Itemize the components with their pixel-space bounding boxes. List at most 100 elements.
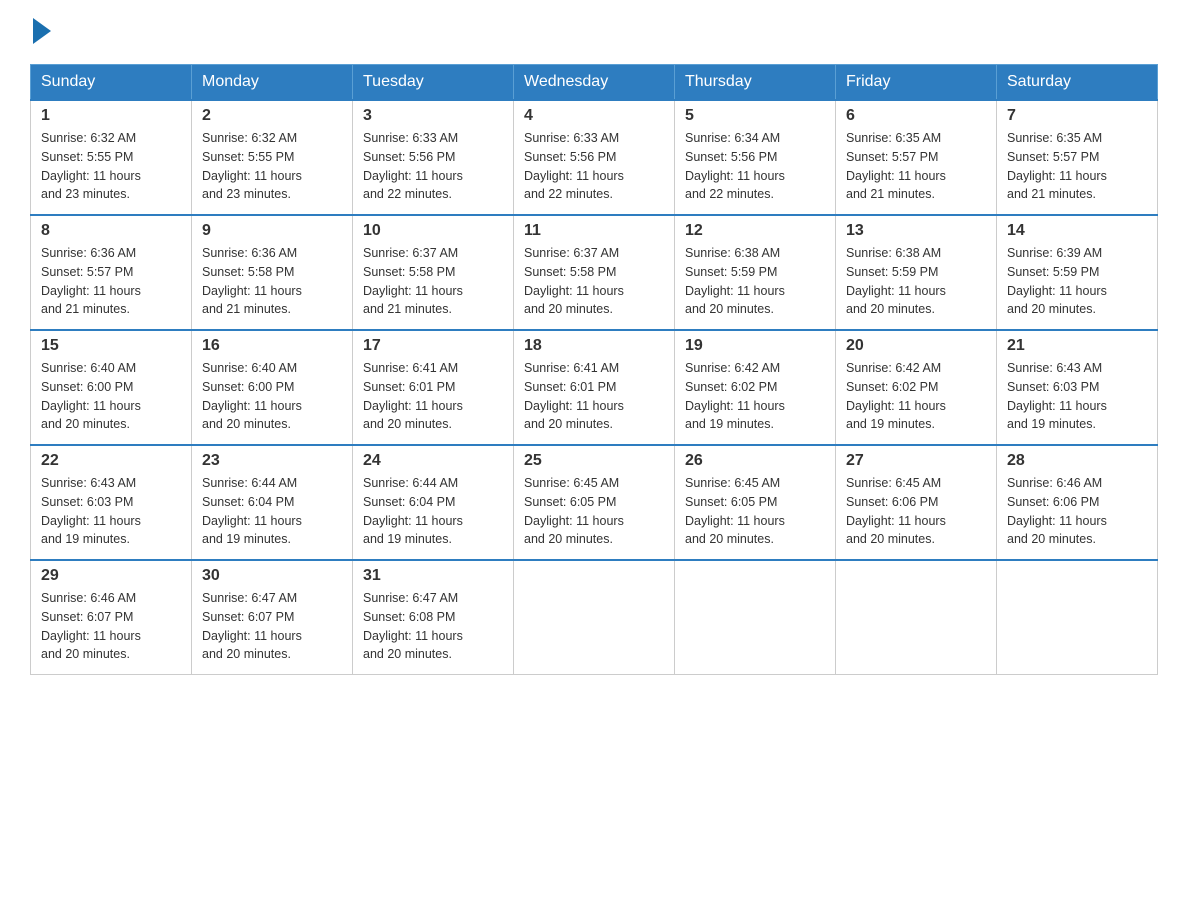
day-number: 20 — [846, 337, 986, 355]
calendar-cell: 22 Sunrise: 6:43 AM Sunset: 6:03 PM Dayl… — [31, 445, 192, 560]
day-info: Sunrise: 6:47 AM Sunset: 6:07 PM Dayligh… — [202, 589, 342, 664]
calendar-cell: 31 Sunrise: 6:47 AM Sunset: 6:08 PM Dayl… — [353, 560, 514, 675]
calendar-cell: 8 Sunrise: 6:36 AM Sunset: 5:57 PM Dayli… — [31, 215, 192, 330]
calendar-week-row: 1 Sunrise: 6:32 AM Sunset: 5:55 PM Dayli… — [31, 100, 1158, 215]
day-info: Sunrise: 6:46 AM Sunset: 6:06 PM Dayligh… — [1007, 474, 1147, 549]
day-number: 18 — [524, 337, 664, 355]
calendar-cell: 17 Sunrise: 6:41 AM Sunset: 6:01 PM Dayl… — [353, 330, 514, 445]
day-info: Sunrise: 6:41 AM Sunset: 6:01 PM Dayligh… — [363, 359, 503, 434]
calendar-table: SundayMondayTuesdayWednesdayThursdayFrid… — [30, 64, 1158, 675]
calendar-header-tuesday: Tuesday — [353, 65, 514, 101]
calendar-week-row: 15 Sunrise: 6:40 AM Sunset: 6:00 PM Dayl… — [31, 330, 1158, 445]
day-number: 13 — [846, 222, 986, 240]
day-number: 2 — [202, 107, 342, 125]
calendar-cell: 25 Sunrise: 6:45 AM Sunset: 6:05 PM Dayl… — [514, 445, 675, 560]
day-number: 31 — [363, 567, 503, 585]
calendar-week-row: 22 Sunrise: 6:43 AM Sunset: 6:03 PM Dayl… — [31, 445, 1158, 560]
calendar-cell — [514, 560, 675, 675]
calendar-cell: 29 Sunrise: 6:46 AM Sunset: 6:07 PM Dayl… — [31, 560, 192, 675]
day-number: 21 — [1007, 337, 1147, 355]
calendar-cell: 4 Sunrise: 6:33 AM Sunset: 5:56 PM Dayli… — [514, 100, 675, 215]
calendar-cell: 28 Sunrise: 6:46 AM Sunset: 6:06 PM Dayl… — [997, 445, 1158, 560]
day-info: Sunrise: 6:46 AM Sunset: 6:07 PM Dayligh… — [41, 589, 181, 664]
day-number: 19 — [685, 337, 825, 355]
day-info: Sunrise: 6:34 AM Sunset: 5:56 PM Dayligh… — [685, 129, 825, 204]
day-info: Sunrise: 6:45 AM Sunset: 6:05 PM Dayligh… — [524, 474, 664, 549]
day-info: Sunrise: 6:36 AM Sunset: 5:57 PM Dayligh… — [41, 244, 181, 319]
day-number: 29 — [41, 567, 181, 585]
day-number: 11 — [524, 222, 664, 240]
calendar-cell: 6 Sunrise: 6:35 AM Sunset: 5:57 PM Dayli… — [836, 100, 997, 215]
calendar-cell: 21 Sunrise: 6:43 AM Sunset: 6:03 PM Dayl… — [997, 330, 1158, 445]
day-number: 12 — [685, 222, 825, 240]
day-number: 7 — [1007, 107, 1147, 125]
day-number: 30 — [202, 567, 342, 585]
day-number: 23 — [202, 452, 342, 470]
day-info: Sunrise: 6:42 AM Sunset: 6:02 PM Dayligh… — [685, 359, 825, 434]
day-number: 6 — [846, 107, 986, 125]
calendar-cell: 1 Sunrise: 6:32 AM Sunset: 5:55 PM Dayli… — [31, 100, 192, 215]
day-info: Sunrise: 6:39 AM Sunset: 5:59 PM Dayligh… — [1007, 244, 1147, 319]
day-number: 14 — [1007, 222, 1147, 240]
calendar-cell: 18 Sunrise: 6:41 AM Sunset: 6:01 PM Dayl… — [514, 330, 675, 445]
day-number: 10 — [363, 222, 503, 240]
calendar-cell: 10 Sunrise: 6:37 AM Sunset: 5:58 PM Dayl… — [353, 215, 514, 330]
day-info: Sunrise: 6:37 AM Sunset: 5:58 PM Dayligh… — [524, 244, 664, 319]
day-info: Sunrise: 6:44 AM Sunset: 6:04 PM Dayligh… — [202, 474, 342, 549]
calendar-week-row: 29 Sunrise: 6:46 AM Sunset: 6:07 PM Dayl… — [31, 560, 1158, 675]
calendar-header-monday: Monday — [192, 65, 353, 101]
day-info: Sunrise: 6:33 AM Sunset: 5:56 PM Dayligh… — [363, 129, 503, 204]
calendar-cell: 27 Sunrise: 6:45 AM Sunset: 6:06 PM Dayl… — [836, 445, 997, 560]
calendar-cell: 11 Sunrise: 6:37 AM Sunset: 5:58 PM Dayl… — [514, 215, 675, 330]
calendar-body: 1 Sunrise: 6:32 AM Sunset: 5:55 PM Dayli… — [31, 100, 1158, 675]
day-info: Sunrise: 6:33 AM Sunset: 5:56 PM Dayligh… — [524, 129, 664, 204]
logo — [30, 20, 51, 44]
day-number: 15 — [41, 337, 181, 355]
day-info: Sunrise: 6:38 AM Sunset: 5:59 PM Dayligh… — [685, 244, 825, 319]
day-number: 4 — [524, 107, 664, 125]
calendar-header-thursday: Thursday — [675, 65, 836, 101]
calendar-cell: 9 Sunrise: 6:36 AM Sunset: 5:58 PM Dayli… — [192, 215, 353, 330]
calendar-header-row: SundayMondayTuesdayWednesdayThursdayFrid… — [31, 65, 1158, 101]
page-header — [30, 20, 1158, 44]
day-number: 26 — [685, 452, 825, 470]
day-info: Sunrise: 6:37 AM Sunset: 5:58 PM Dayligh… — [363, 244, 503, 319]
logo-triangle-icon — [33, 18, 51, 44]
calendar-cell: 30 Sunrise: 6:47 AM Sunset: 6:07 PM Dayl… — [192, 560, 353, 675]
calendar-cell: 19 Sunrise: 6:42 AM Sunset: 6:02 PM Dayl… — [675, 330, 836, 445]
calendar-header-friday: Friday — [836, 65, 997, 101]
day-number: 8 — [41, 222, 181, 240]
day-info: Sunrise: 6:32 AM Sunset: 5:55 PM Dayligh… — [41, 129, 181, 204]
day-info: Sunrise: 6:47 AM Sunset: 6:08 PM Dayligh… — [363, 589, 503, 664]
calendar-cell: 3 Sunrise: 6:33 AM Sunset: 5:56 PM Dayli… — [353, 100, 514, 215]
calendar-week-row: 8 Sunrise: 6:36 AM Sunset: 5:57 PM Dayli… — [31, 215, 1158, 330]
calendar-header-sunday: Sunday — [31, 65, 192, 101]
day-number: 17 — [363, 337, 503, 355]
day-info: Sunrise: 6:35 AM Sunset: 5:57 PM Dayligh… — [1007, 129, 1147, 204]
calendar-cell: 13 Sunrise: 6:38 AM Sunset: 5:59 PM Dayl… — [836, 215, 997, 330]
day-info: Sunrise: 6:43 AM Sunset: 6:03 PM Dayligh… — [41, 474, 181, 549]
calendar-cell: 14 Sunrise: 6:39 AM Sunset: 5:59 PM Dayl… — [997, 215, 1158, 330]
day-number: 16 — [202, 337, 342, 355]
day-info: Sunrise: 6:40 AM Sunset: 6:00 PM Dayligh… — [41, 359, 181, 434]
calendar-cell: 16 Sunrise: 6:40 AM Sunset: 6:00 PM Dayl… — [192, 330, 353, 445]
calendar-cell — [836, 560, 997, 675]
calendar-cell: 7 Sunrise: 6:35 AM Sunset: 5:57 PM Dayli… — [997, 100, 1158, 215]
calendar-header-saturday: Saturday — [997, 65, 1158, 101]
day-number: 24 — [363, 452, 503, 470]
day-info: Sunrise: 6:42 AM Sunset: 6:02 PM Dayligh… — [846, 359, 986, 434]
calendar-cell: 2 Sunrise: 6:32 AM Sunset: 5:55 PM Dayli… — [192, 100, 353, 215]
calendar-header-wednesday: Wednesday — [514, 65, 675, 101]
calendar-cell: 20 Sunrise: 6:42 AM Sunset: 6:02 PM Dayl… — [836, 330, 997, 445]
calendar-cell: 24 Sunrise: 6:44 AM Sunset: 6:04 PM Dayl… — [353, 445, 514, 560]
calendar-cell — [997, 560, 1158, 675]
calendar-cell: 5 Sunrise: 6:34 AM Sunset: 5:56 PM Dayli… — [675, 100, 836, 215]
day-info: Sunrise: 6:38 AM Sunset: 5:59 PM Dayligh… — [846, 244, 986, 319]
day-number: 28 — [1007, 452, 1147, 470]
day-info: Sunrise: 6:43 AM Sunset: 6:03 PM Dayligh… — [1007, 359, 1147, 434]
calendar-cell: 15 Sunrise: 6:40 AM Sunset: 6:00 PM Dayl… — [31, 330, 192, 445]
day-info: Sunrise: 6:40 AM Sunset: 6:00 PM Dayligh… — [202, 359, 342, 434]
day-number: 3 — [363, 107, 503, 125]
day-info: Sunrise: 6:45 AM Sunset: 6:05 PM Dayligh… — [685, 474, 825, 549]
day-number: 5 — [685, 107, 825, 125]
